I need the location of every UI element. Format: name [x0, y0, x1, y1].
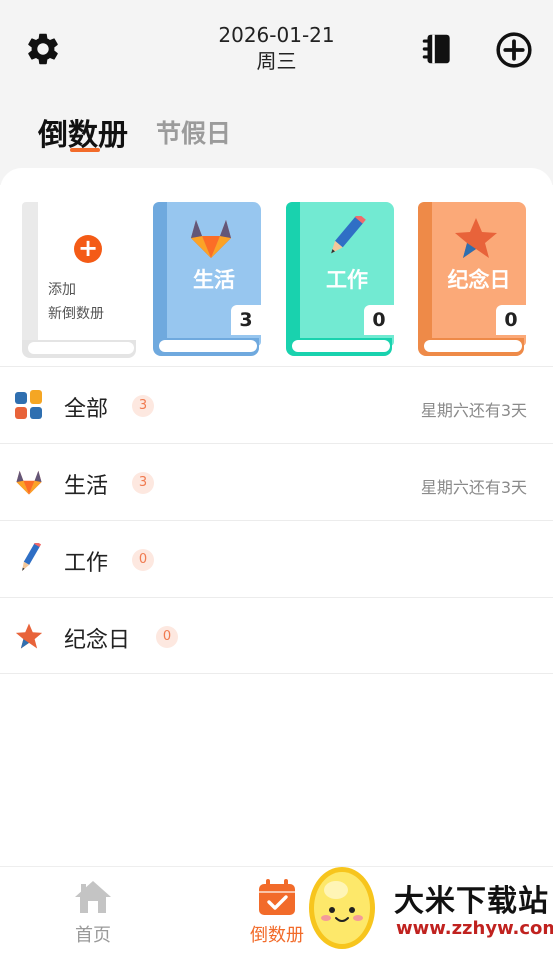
- notebook-icon[interactable]: [418, 30, 456, 68]
- watermark: 大米下载站 www.zzhyw.com: [300, 856, 553, 953]
- pencil-icon: [22, 543, 42, 571]
- star-icon: [15, 623, 43, 649]
- book-title: 工作: [326, 268, 368, 292]
- calendar-check-icon: [259, 879, 295, 915]
- nav-home-label: 首页: [75, 925, 111, 946]
- next-event-hint: 星期六还有3天: [420, 478, 527, 497]
- category-list: 全部 3 星期六还有3天 生活 3 星期六还有3天 工作 0 纪念日 0: [0, 366, 553, 674]
- star-icon: [455, 218, 497, 258]
- gitlab-fox-icon: [16, 470, 42, 495]
- tab-holidays[interactable]: 节假日: [156, 114, 231, 150]
- book-title: 纪念日: [447, 268, 511, 292]
- add-book-button[interactable]: + 添加 新倒数册: [22, 202, 136, 358]
- header: 2026-01-21 周三 倒数册 节假日: [0, 0, 553, 185]
- category-count-badge: 3: [132, 472, 154, 494]
- add-book-label-line2: 新倒数册: [48, 306, 104, 322]
- category-name: 生活: [64, 474, 109, 499]
- egg-mascot-logo: [309, 867, 375, 949]
- book-count: 3: [231, 305, 261, 335]
- active-tab-indicator: [70, 148, 100, 152]
- gitlab-fox-icon: [191, 220, 231, 258]
- date-display: 2026-01-21 周三: [0, 22, 553, 74]
- add-book-label-line1: 添加: [48, 282, 76, 298]
- book-anniversary[interactable]: 纪念日 0: [418, 202, 526, 356]
- add-circle-icon[interactable]: [495, 31, 533, 69]
- pencil-icon: [331, 216, 366, 254]
- grid-icon: [15, 390, 42, 419]
- book-life[interactable]: 生活 3: [153, 202, 261, 356]
- book-shelf: + 添加 新倒数册 生活 3 工作 0 纪念日 0: [0, 202, 553, 358]
- list-item-life[interactable]: 生活 3 星期六还有3天: [0, 443, 553, 520]
- book-pages: [418, 338, 524, 356]
- list-item-anniversary[interactable]: 纪念日 0: [0, 597, 553, 674]
- book-work[interactable]: 工作 0: [286, 202, 394, 356]
- add-book-pages: [22, 340, 136, 358]
- nav-home[interactable]: 首页: [62, 877, 124, 946]
- watermark-title: 大米下载站: [394, 884, 549, 919]
- add-book-spine: [22, 202, 38, 348]
- category-name: 工作: [64, 551, 109, 576]
- date-text: 2026-01-21: [218, 23, 335, 47]
- watermark-url: www.zzhyw.com: [396, 918, 553, 939]
- category-name: 全部: [64, 397, 109, 422]
- weekday-text: 周三: [256, 49, 297, 73]
- book-count: 0: [496, 305, 526, 335]
- book-count: 0: [364, 305, 394, 335]
- list-item-all[interactable]: 全部 3 星期六还有3天: [0, 366, 553, 443]
- next-event-hint: 星期六还有3天: [420, 401, 527, 420]
- book-pages: [286, 338, 392, 356]
- plus-icon: +: [74, 235, 102, 263]
- category-count-badge: 0: [156, 626, 178, 648]
- add-book-label: 添加 新倒数册: [48, 278, 104, 326]
- category-name: 纪念日: [64, 628, 131, 653]
- book-title: 生活: [193, 268, 235, 292]
- home-icon: [75, 881, 111, 913]
- list-item-work[interactable]: 工作 0: [0, 520, 553, 597]
- category-count-badge: 0: [132, 549, 154, 571]
- book-pages: [153, 338, 259, 356]
- category-count-badge: 3: [132, 395, 154, 417]
